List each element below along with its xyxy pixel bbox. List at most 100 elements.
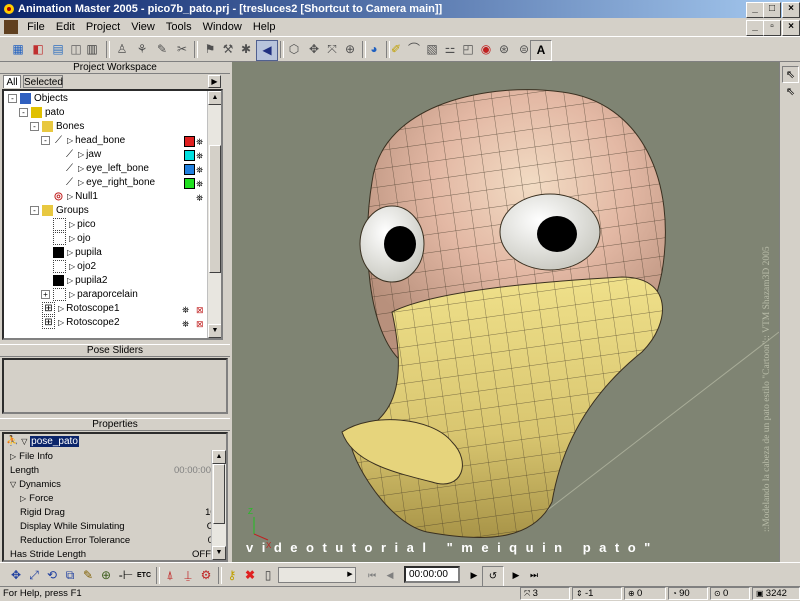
props-scroll-thumb[interactable] [213, 464, 225, 524]
translate-icon[interactable]: ✥ [6, 566, 26, 585]
property-row[interactable]: ▷ File Info [8, 450, 215, 464]
doc-minimize-button[interactable]: _ [746, 20, 764, 36]
open-icon[interactable]: ◧ [28, 40, 48, 59]
tab-scroll-right[interactable]: ▶ [208, 75, 221, 88]
keyframe-all-icon[interactable]: ⍊ [178, 566, 198, 585]
visibility-icon[interactable]: ⛯ [182, 317, 189, 331]
tree-item[interactable]: - Groups [4, 204, 89, 218]
next-frame-icon[interactable]: ▶ [506, 566, 526, 585]
menu-file[interactable]: File [23, 18, 49, 36]
grid-icon[interactable]: ▧ [422, 40, 442, 59]
tree-item[interactable]: ⟋ ▷ eye_left_bone ⛯ [4, 162, 203, 176]
title-bar[interactable]: Animation Master 2005 - pico7b_pato.prj … [0, 0, 800, 18]
visibility-icon[interactable]: ⛯ [196, 149, 203, 163]
property-row[interactable]: Has Stride Length OFF [8, 548, 215, 560]
tree-item[interactable]: ▷ ojo [4, 232, 91, 246]
bone-color-swatch[interactable] [184, 164, 195, 175]
tree-item[interactable]: ⟋ ▷ eye_right_bone ⛯ [4, 176, 203, 190]
tree-item[interactable]: - Objects [4, 92, 68, 106]
pose-sliders-area[interactable] [2, 358, 228, 414]
property-value[interactable]: OFF [192, 548, 211, 560]
etc-button[interactable]: ETC [134, 566, 154, 585]
select-plus-icon[interactable]: ⇖ [782, 84, 799, 101]
tree-scrollbar[interactable]: ▲ ▼ [207, 91, 221, 338]
anim-icon[interactable]: ⚒ [218, 40, 238, 59]
delete-icon[interactable]: ✖ [240, 566, 260, 585]
property-row[interactable]: ▷ Force [8, 492, 225, 506]
tree-item[interactable]: ▷ pupila [4, 246, 102, 260]
property-value[interactable]: 00:00:00 [174, 464, 211, 478]
record-icon[interactable]: ◉ [476, 40, 496, 59]
property-row[interactable]: ▽ Dynamics [8, 478, 215, 492]
scroll-up-button[interactable]: ▲ [208, 91, 221, 105]
collapse-icon[interactable]: - [19, 107, 28, 117]
tree-item[interactable]: + ▷ paraporcelain [4, 288, 138, 302]
sphere-icon[interactable]: ⊛ [494, 40, 514, 59]
go-end-icon[interactable]: ⏭ [524, 566, 544, 585]
doc-restore-button[interactable]: ▫ [763, 20, 781, 36]
bones-toggle-icon[interactable]: ⚍ [440, 40, 460, 59]
spline-icon[interactable]: ⌒ [404, 40, 424, 59]
time-slider[interactable]: ▶ [278, 567, 356, 583]
tree-item[interactable]: - pato [4, 106, 64, 120]
bone-mode-icon[interactable]: ♙ [112, 40, 132, 59]
visibility-icon[interactable]: ⛯ [182, 303, 189, 317]
cube-icon[interactable]: ⬡ [284, 40, 304, 59]
new-icon[interactable]: ▦ [8, 40, 28, 59]
lasso-icon[interactable]: ✐ [386, 40, 406, 59]
duck-head-model[interactable]: Z X ::Modelando la cabeza de un pato est… [232, 62, 779, 562]
3d-viewport[interactable]: Z X ::Modelando la cabeza de un pato est… [232, 62, 779, 562]
scale-icon[interactable]: ⤧ [322, 40, 342, 59]
bone-color-swatch[interactable] [184, 178, 195, 189]
collapse-icon[interactable]: - [41, 135, 50, 145]
menu-project[interactable]: Project [82, 18, 124, 36]
visibility-icon[interactable]: ⛯ [196, 177, 203, 191]
filmstrip-icon[interactable]: ▥ [82, 40, 102, 59]
text-tool-icon[interactable]: A [530, 40, 552, 61]
scroll-thumb[interactable] [209, 145, 221, 273]
collapse-icon[interactable]: - [8, 93, 17, 103]
keyframe-bone-icon[interactable]: ⚙ [196, 566, 216, 585]
minimize-button[interactable]: _ [746, 2, 764, 18]
time-field[interactable]: 00:00:00 [404, 566, 460, 583]
props-scroll-down-button[interactable]: ▼ [212, 546, 226, 560]
expand-arrow-icon[interactable]: ▷ [20, 494, 26, 503]
rotate-tool-icon[interactable]: ⟲ [42, 566, 62, 585]
menu-view[interactable]: View [127, 18, 159, 36]
collapse-arrow-icon[interactable]: ▽ [10, 480, 16, 489]
bone-color-swatch[interactable] [184, 136, 195, 147]
visibility-icon[interactable]: ⛯ [196, 191, 203, 205]
key-icon[interactable]: ⚷ [222, 566, 242, 585]
tree-item[interactable]: - Bones [4, 120, 84, 134]
bone-color-swatch[interactable] [184, 150, 195, 161]
menu-help[interactable]: Help [249, 18, 280, 36]
group-tool-icon[interactable]: ⧉ [60, 566, 80, 585]
tree-item[interactable]: ◎ ▷ Null1 ⛯ [4, 190, 203, 204]
property-row[interactable]: Rigid Drag100 [8, 506, 225, 520]
select-arrow-icon[interactable]: ⇖ [782, 66, 799, 83]
loop-icon[interactable]: ↺ [482, 566, 504, 587]
flag-icon[interactable]: ⚑ [200, 40, 220, 59]
prev-frame-icon[interactable]: ◀ [380, 566, 400, 585]
menu-window[interactable]: Window [199, 18, 246, 36]
props-scroll-up-button[interactable]: ▲ [212, 450, 226, 464]
tree-item[interactable]: ⊞ ▷ Rotoscope1 ⛯ ⊠ [4, 302, 204, 316]
tree-item[interactable]: - ⟋ ▷ head_bone ⛯ [4, 134, 203, 148]
collapse-icon[interactable]: - [30, 121, 39, 131]
document-icon[interactable] [4, 20, 18, 34]
project-tree[interactable]: - Objects - pato - Bones - ⟋ ▷ head_bone ⛯ ⟋ ▷ jaw ⛯ ⟋ ▷… [2, 89, 223, 340]
hidden-icon[interactable]: ⊠ [196, 303, 204, 317]
menu-edit[interactable]: Edit [52, 18, 79, 36]
scroll-down-button[interactable]: ▼ [208, 324, 221, 338]
property-row[interactable]: Length 00:00:00 [8, 464, 215, 478]
globe-icon[interactable]: ◕ [364, 40, 384, 59]
visibility-icon[interactable]: ⛯ [196, 163, 203, 177]
collapse-icon[interactable]: - [30, 205, 39, 215]
scale-tool-icon[interactable]: ⤢ [24, 566, 44, 585]
peak-icon[interactable]: -⊢ [116, 566, 136, 585]
property-row[interactable]: Reduction Error Tolerance0.1 [8, 534, 225, 548]
action-icon[interactable]: ✱ [236, 40, 256, 59]
expand-arrow-icon[interactable]: ▷ [10, 452, 16, 461]
slider-arrow-icon[interactable]: ▶ [345, 569, 355, 581]
selected-property-name[interactable]: pose_pato [30, 436, 79, 447]
